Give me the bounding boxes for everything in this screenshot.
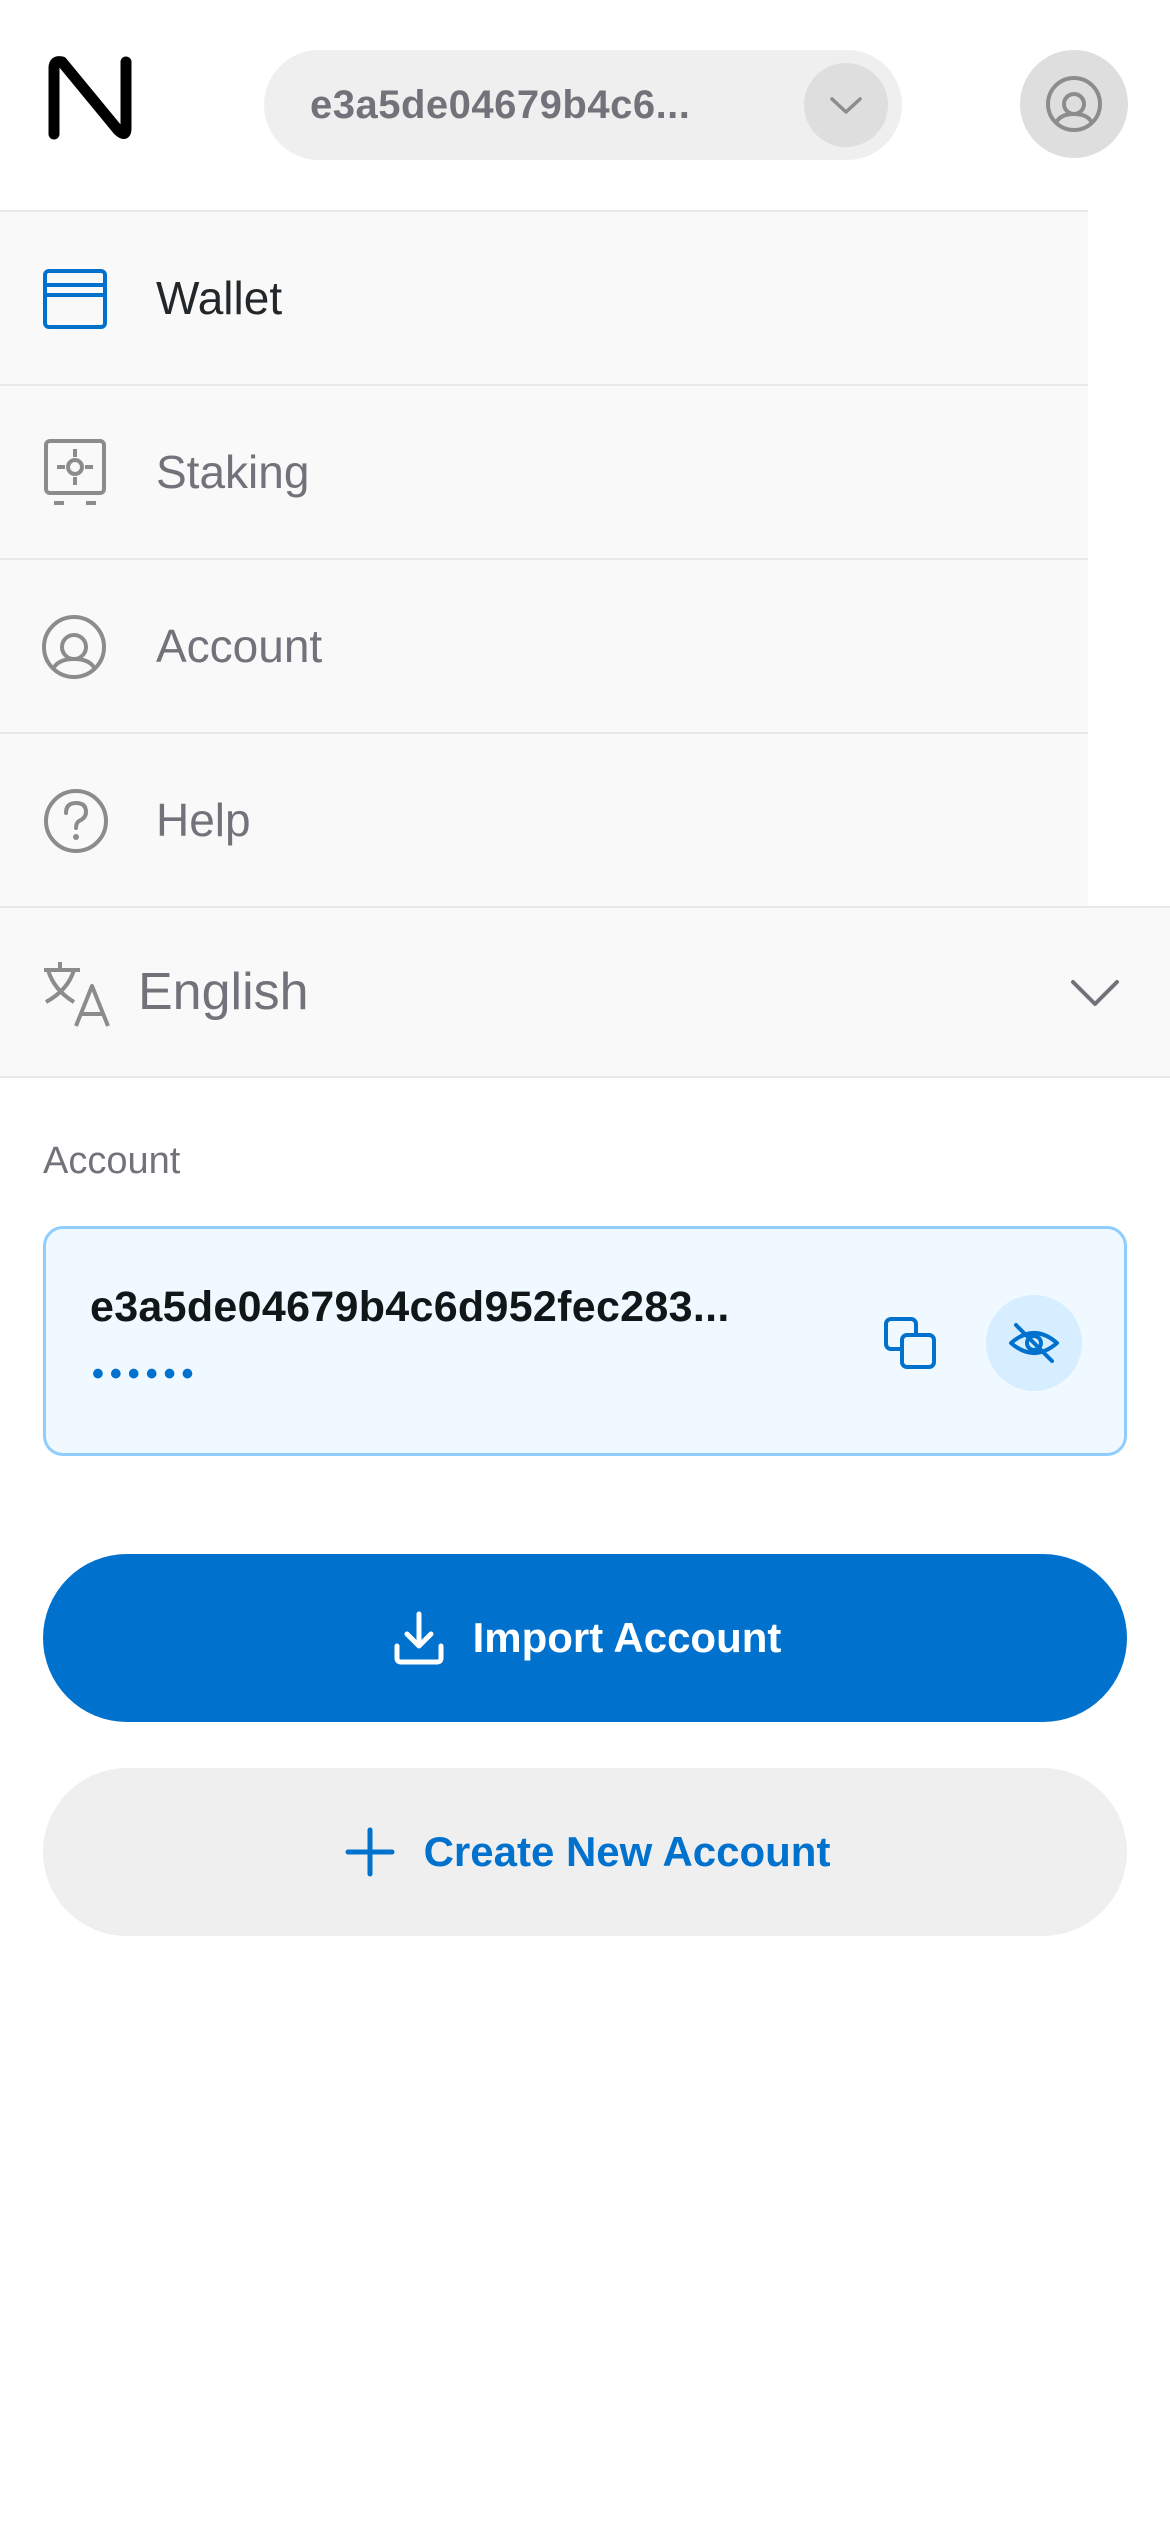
nav-item-help[interactable]: Help [0, 732, 1088, 906]
account-section-label: Account [43, 1140, 181, 1182]
app-page: e3a5de04679b4c6... Wallet Staking Accoun… [0, 0, 1170, 2532]
user-icon [1046, 76, 1102, 132]
chevron-down-icon [1071, 980, 1119, 1006]
copy-icon [884, 1317, 936, 1369]
wallet-icon [43, 269, 107, 329]
user-avatar-button[interactable] [1020, 50, 1128, 158]
nav-label-help: Help [156, 794, 251, 846]
nav-label-account: Account [156, 620, 323, 672]
nav-item-staking[interactable]: Staking [0, 384, 1088, 558]
language-selector[interactable]: English [0, 906, 1170, 1078]
near-logo-icon[interactable] [44, 52, 136, 144]
account-selector[interactable]: e3a5de04679b4c6... [264, 50, 902, 160]
language-label: English [138, 963, 309, 1021]
header: e3a5de04679b4c6... [0, 0, 1170, 210]
staking-icon [44, 439, 106, 505]
import-account-label: Import Account [472, 1614, 782, 1661]
nav-item-wallet[interactable]: Wallet [0, 210, 1088, 384]
account-id: e3a5de04679b4c6d952fec283... [90, 1283, 730, 1331]
help-icon [44, 789, 108, 853]
copy-button[interactable] [882, 1315, 940, 1373]
create-account-label: Create New Account [423, 1828, 831, 1875]
account-selector-label: e3a5de04679b4c6... [310, 83, 691, 127]
chevron-down-icon[interactable] [804, 63, 888, 147]
import-account-button[interactable]: Import Account [43, 1554, 1127, 1722]
account-card[interactable]: e3a5de04679b4c6d952fec283... •••••• [43, 1226, 1127, 1456]
plus-icon [345, 1827, 395, 1877]
side-nav: Wallet Staking Account Help [0, 210, 1088, 906]
account-balance-masked: •••••• [92, 1355, 200, 1393]
translate-icon [44, 962, 110, 1027]
eye-off-icon [1009, 1323, 1059, 1363]
nav-item-account[interactable]: Account [0, 558, 1088, 732]
nav-label-staking: Staking [156, 446, 310, 498]
nav-label-wallet: Wallet [156, 272, 283, 324]
download-icon [394, 1611, 444, 1665]
toggle-balance-visibility-button[interactable] [986, 1295, 1082, 1391]
account-icon [42, 615, 106, 679]
create-account-button[interactable]: Create New Account [43, 1768, 1127, 1936]
